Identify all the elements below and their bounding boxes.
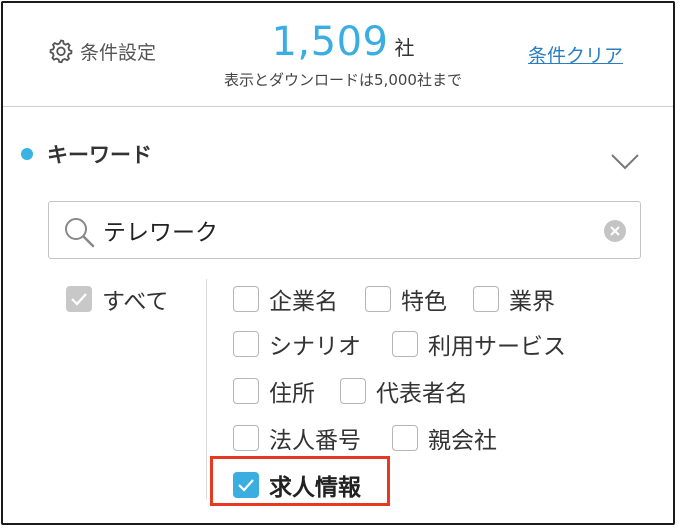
option-industry[interactable]: 業界	[473, 282, 555, 316]
option-address[interactable]: 住所	[233, 374, 315, 408]
option-checkbox[interactable]	[473, 286, 499, 312]
option-job-info[interactable]: 求人情報	[233, 468, 361, 502]
option-checkbox[interactable]	[392, 331, 418, 357]
option-label: 利用サービス	[428, 334, 566, 360]
option-checkbox[interactable]	[365, 286, 391, 312]
clear-input-icon[interactable]	[604, 220, 626, 242]
check-icon	[71, 293, 87, 306]
option-scenario[interactable]: シナリオ	[233, 327, 361, 361]
option-checkbox[interactable]	[233, 331, 259, 357]
result-count: 1,509 社 表示とダウンロードは5,000社まで	[183, 19, 503, 90]
option-label: 企業名	[269, 289, 338, 315]
condition-settings-label: 条件設定	[80, 41, 157, 64]
option-label: 業界	[509, 289, 555, 315]
result-count-value: 1,509	[271, 19, 389, 65]
option-label: 親会社	[428, 428, 497, 454]
options-divider	[206, 279, 207, 499]
option-parent-company[interactable]: 親会社	[392, 421, 497, 455]
checkbox-all-label: すべて	[102, 289, 169, 315]
check-icon	[238, 479, 254, 492]
option-services-used[interactable]: 利用サービス	[392, 327, 566, 361]
keyword-section-title: キーワード	[47, 143, 152, 167]
chevron-down-icon	[611, 154, 639, 170]
option-corporate-number[interactable]: 法人番号	[233, 421, 361, 455]
option-checkbox[interactable]	[392, 425, 418, 451]
collapse-section-button[interactable]	[606, 147, 644, 177]
option-representative-name[interactable]: 代表者名	[340, 374, 468, 408]
condition-settings-button[interactable]: 条件設定	[48, 36, 156, 66]
checkbox-all[interactable]: すべて	[66, 282, 168, 316]
option-label: 法人番号	[269, 428, 361, 454]
clear-conditions-link[interactable]: 条件クリア	[528, 41, 623, 68]
checkbox-all-box[interactable]	[66, 286, 92, 312]
option-label: 特色	[401, 289, 447, 315]
result-count-unit: 社	[394, 36, 415, 60]
option-label: 求人情報	[269, 475, 361, 501]
search-icon	[65, 218, 95, 248]
option-checkbox[interactable]	[233, 378, 259, 404]
keyword-search-input[interactable]	[103, 211, 583, 249]
download-limit-note: 表示とダウンロードは5,000社まで	[224, 71, 462, 89]
option-checkbox[interactable]	[233, 425, 259, 451]
option-company-name[interactable]: 企業名	[233, 282, 338, 316]
keyword-search-box	[48, 201, 641, 259]
gear-icon	[49, 39, 73, 64]
filter-header: 条件設定 1,509 社 表示とダウンロードは5,000社まで 条件クリア	[3, 3, 673, 107]
option-label: シナリオ	[269, 334, 361, 360]
option-feature[interactable]: 特色	[365, 282, 447, 316]
option-checkbox[interactable]	[340, 378, 366, 404]
filter-panel: 条件設定 1,509 社 表示とダウンロードは5,000社まで 条件クリア キー…	[1, 1, 675, 525]
option-label: 代表者名	[376, 381, 468, 407]
section-bullet-icon	[21, 148, 33, 160]
option-checkbox[interactable]	[233, 286, 259, 312]
option-checkbox[interactable]	[233, 472, 259, 498]
option-label: 住所	[269, 381, 315, 407]
